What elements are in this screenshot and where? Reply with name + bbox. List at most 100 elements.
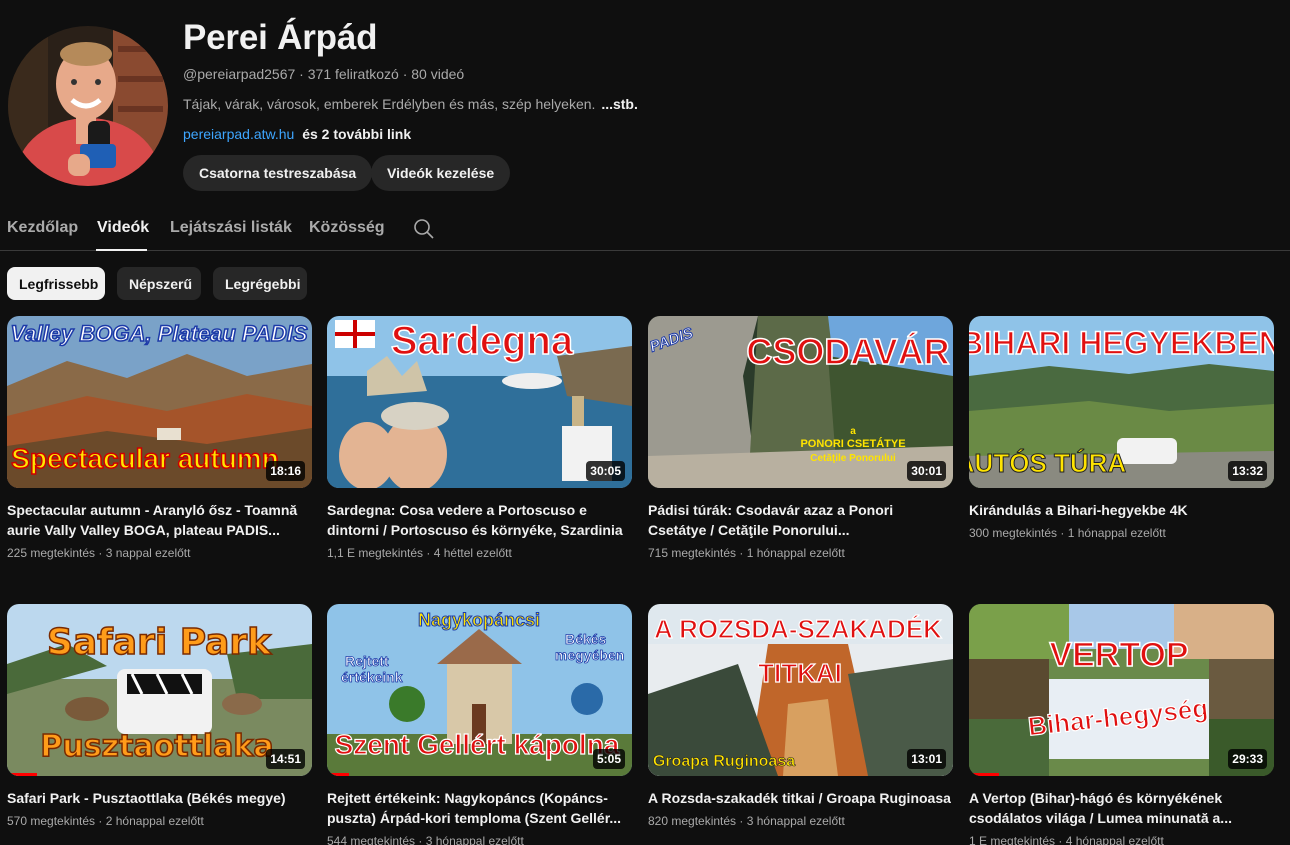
video-meta: 300 megtekintés · 1 hónappal ezelőtt (969, 526, 1274, 540)
meta-separator: · (415, 834, 426, 845)
search-icon[interactable] (413, 218, 435, 240)
thumb-title: Sardegna (391, 319, 574, 363)
channel-name: Perei Árpád (183, 18, 378, 57)
video-card[interactable]: Safari Park Pusztaottlaka 14:51 Safari P… (7, 604, 312, 828)
thumb-caption: PONORI CSETÁTYE (800, 437, 905, 450)
video-meta: 820 megtekintés · 3 hónappal ezelőtt (648, 814, 953, 828)
manage-videos-button[interactable]: Videók kezelése (371, 155, 511, 191)
video-title[interactable]: Spectacular autumn - Aranyló ősz - Toamn… (7, 500, 312, 540)
video-thumbnail[interactable]: PADIS CSODAVÁR a PONORI CSETÁTYE Cetăţil… (648, 316, 953, 488)
tab-home[interactable]: Kezdőlap (7, 219, 78, 237)
video-card[interactable]: BIHARI HEGYEKBEN AUTÓS TÚRA 13:32 Kiránd… (969, 316, 1274, 540)
video-duration: 29:33 (1228, 749, 1267, 769)
meta-separator: · (295, 66, 308, 82)
meta-separator: · (1057, 526, 1068, 540)
customize-channel-button[interactable]: Csatorna testreszabása (183, 155, 373, 191)
thumb-subcaption: Cetăţile Ponorului (810, 453, 896, 464)
video-card[interactable]: PADIS CSODAVÁR a PONORI CSETÁTYE Cetăţil… (648, 316, 953, 560)
video-thumbnail[interactable]: VERTOP Bihar-hegység 29:33 (969, 604, 1274, 776)
video-count: 80 videó (411, 66, 465, 82)
thumb-left-label: értékeink (341, 669, 403, 685)
view-count: 544 megtekintés (327, 834, 416, 845)
view-count: 1,1 E megtekintés (327, 546, 424, 560)
view-count: 225 megtekintés (7, 546, 96, 560)
tab-videos[interactable]: Videók (97, 219, 149, 237)
thumb-title: Safari Park (47, 622, 272, 663)
video-duration: 13:32 (1228, 461, 1267, 481)
video-thumbnail[interactable]: Valley BOGA, Plateau PADIS Spectacular a… (7, 316, 312, 488)
video-thumbnail[interactable]: A ROZSDA-SZAKADÉK TITKAI Groapa Ruginoas… (648, 604, 953, 776)
thumb-title: VERTOP (1049, 636, 1188, 674)
filter-oldest[interactable]: Legrégebbi (213, 267, 307, 300)
upload-age: 4 hónappal ezelőtt (1065, 834, 1164, 845)
video-meta: 1 E megtekintés · 4 hónappal ezelőtt (969, 834, 1274, 845)
upload-age: 3 hónappal ezelőtt (746, 814, 845, 828)
video-meta: 544 megtekintés · 3 hónappal ezelőtt (327, 834, 632, 845)
upload-age: 2 hónappal ezelőtt (105, 814, 204, 828)
thumb-caption: Szent Gellért kápolna (335, 729, 620, 760)
video-duration: 13:01 (907, 749, 946, 769)
thumb-title: Nagykopáncsi (418, 610, 540, 630)
watch-progress-bar (969, 773, 999, 776)
meta-separator: · (736, 814, 747, 828)
view-count: 1 E megtekintés (969, 834, 1056, 845)
video-card[interactable]: Sardegna 30:05 Sardegna: Cosa vedere a P… (327, 316, 632, 560)
video-title[interactable]: Safari Park - Pusztaottlaka (Békés megye… (7, 788, 312, 808)
meta-separator: · (95, 814, 106, 828)
video-duration: 30:05 (586, 461, 625, 481)
channel-avatar[interactable] (8, 26, 168, 186)
video-title[interactable]: A Vertop (Bihar)-hágó és környékének cso… (969, 788, 1274, 828)
video-title[interactable]: Pádisi túrák: Csodavár azaz a Ponori Cse… (648, 500, 953, 540)
more-links[interactable]: és 2 további link (302, 126, 411, 142)
video-card[interactable]: A ROZSDA-SZAKADÉK TITKAI Groapa Ruginoas… (648, 604, 953, 828)
video-card[interactable]: VERTOP Bihar-hegység 29:33 A Vertop (Bih… (969, 604, 1274, 845)
video-title[interactable]: Rejtett értékeink: Nagykopáncs (Kopáncs-… (327, 788, 632, 828)
view-count: 570 megtekintés (7, 814, 96, 828)
upload-age: 3 hónappal ezelőtt (425, 834, 524, 845)
thumb-title: A ROZSDA-SZAKADÉK (654, 614, 942, 644)
meta-separator: · (423, 546, 434, 560)
video-title[interactable]: Kirándulás a Bihari-hegyekbe 4K (969, 500, 1274, 520)
watch-progress-bar (7, 773, 37, 776)
upload-age: 4 héttel ezelőtt (433, 546, 512, 560)
filter-latest[interactable]: Legfrissebb (7, 267, 105, 300)
view-count: 820 megtekintés (648, 814, 737, 828)
description-more[interactable]: ...stb. (601, 96, 638, 112)
channel-description[interactable]: Tájak, várak, városok, emberek Erdélyben… (183, 96, 638, 112)
view-count: 300 megtekintés (969, 526, 1058, 540)
video-title[interactable]: A Rozsda-szakadék titkai / Groapa Rugino… (648, 788, 953, 808)
upload-age: 1 hónappal ezelőtt (746, 546, 845, 560)
video-title[interactable]: Sardegna: Cosa vedere a Portoscuso e din… (327, 500, 632, 540)
meta-separator: · (95, 546, 106, 560)
channel-links: pereiarpad.atw.hu és 2 további link (183, 126, 411, 142)
channel-handle: @pereiarpad2567 (183, 66, 296, 82)
video-meta: 715 megtekintés · 1 hónappal ezelőtt (648, 546, 953, 560)
thumb-title: CSODAVÁR (746, 331, 949, 372)
video-meta: 225 megtekintés · 3 nappal ezelőtt (7, 546, 312, 560)
watch-progress-bar (327, 773, 349, 776)
video-card[interactable]: Valley BOGA, Plateau PADIS Spectacular a… (7, 316, 312, 560)
tab-community[interactable]: Közösség (309, 219, 385, 237)
video-thumbnail[interactable]: BIHARI HEGYEKBEN AUTÓS TÚRA 13:32 (969, 316, 1274, 488)
video-duration: 30:01 (907, 461, 946, 481)
thumb-title: Valley BOGA, Plateau PADIS (10, 321, 307, 346)
active-tab-indicator (96, 249, 147, 251)
video-meta: 570 megtekintés · 2 hónappal ezelőtt (7, 814, 312, 828)
channel-link[interactable]: pereiarpad.atw.hu (183, 126, 294, 142)
video-thumbnail[interactable]: Nagykopáncsi Rejtett értékeink Békés meg… (327, 604, 632, 776)
upload-age: 1 hónappal ezelőtt (1067, 526, 1166, 540)
thumb-right-label: Békés (565, 631, 606, 647)
filter-popular[interactable]: Népszerű (117, 267, 201, 300)
thumb-caption: Spectacular autumn (11, 443, 279, 474)
tab-playlists[interactable]: Lejátszási listák (170, 219, 292, 237)
thumb-subtitle: TITKAI (758, 658, 842, 688)
thumb-connector: a (850, 426, 856, 437)
channel-meta: @pereiarpad2567 · 371 feliratkozó · 80 v… (183, 66, 464, 82)
view-count: 715 megtekintés (648, 546, 737, 560)
video-thumbnail[interactable]: Safari Park Pusztaottlaka 14:51 (7, 604, 312, 776)
video-thumbnail[interactable]: Sardegna 30:05 (327, 316, 632, 488)
video-meta: 1,1 E megtekintés · 4 héttel ezelőtt (327, 546, 632, 560)
video-card[interactable]: Nagykopáncsi Rejtett értékeink Békés meg… (327, 604, 632, 845)
subscriber-count: 371 feliratkozó (307, 66, 399, 82)
meta-separator: · (736, 546, 747, 560)
